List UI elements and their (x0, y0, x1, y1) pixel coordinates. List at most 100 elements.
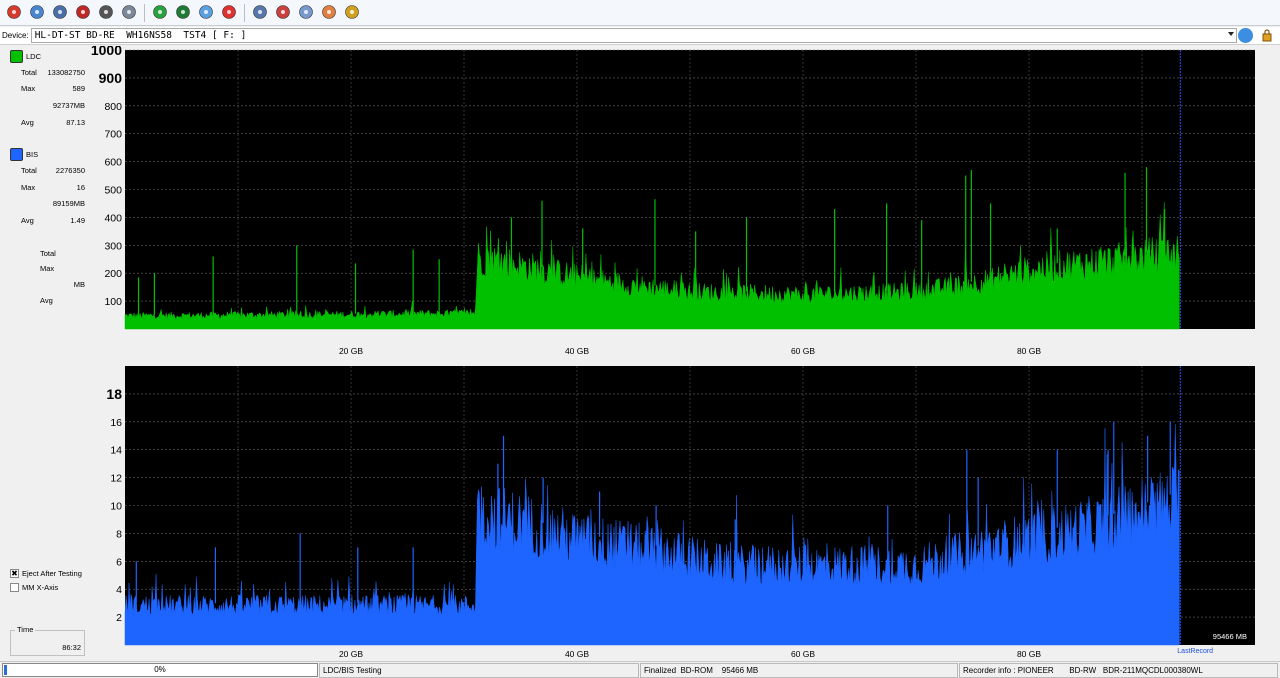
power-button[interactable] (4, 3, 24, 23)
chevron-down-icon[interactable] (1227, 32, 1234, 36)
ldc-x-tick-label: 20 GB (339, 346, 363, 356)
folder-button[interactable] (342, 3, 362, 23)
progress-text: 0% (154, 665, 166, 674)
bis-x-tick-label: 80 GB (1017, 649, 1041, 659)
ldc-y-tick-label: 200 (104, 268, 122, 280)
device-bar: Device: HL-DT-ST BD-RE WH16NS58 TST4 [ F… (0, 27, 1280, 45)
ldc-y-tick-label: 900 (99, 70, 123, 86)
ldc-chart: 100 200 300 400 500 600 700 800 900 1000 20 GB 40 G… (91, 46, 1255, 356)
ldc-y-tick-label: 700 (104, 129, 122, 141)
bis-x-tick-label: 60 GB (791, 649, 815, 659)
ldc-max-value: 589 (72, 84, 85, 93)
pin-button[interactable] (27, 3, 47, 23)
ldc-total-value: 133082750 (47, 68, 85, 77)
mm-x-axis-checkbox[interactable]: MM X-Axis (10, 583, 58, 592)
time-group: Time 86:32 (10, 625, 85, 656)
bis-y-tick-label: 6 (116, 556, 122, 568)
copy-button[interactable] (119, 3, 139, 23)
disc-check-button[interactable] (196, 3, 216, 23)
ldc-color-swatch[interactable] (10, 50, 23, 63)
status-recorder: Recorder info : PIONEER BD-RW BDR-211MQC… (959, 663, 1278, 678)
drive-info-button[interactable] (50, 3, 70, 23)
ldc-y-tick-label: 800 (104, 101, 122, 113)
ldc-name: LDC (26, 52, 42, 61)
bis-color-swatch[interactable] (10, 148, 23, 161)
bis-y-tick-label: 12 (110, 473, 122, 485)
bis-avg-value: 1.49 (70, 216, 85, 225)
eject-checkbox-box[interactable]: ✖ (10, 569, 19, 578)
folder-icon (344, 4, 360, 22)
device-select[interactable]: HL-DT-ST BD-RE WH16NS58 TST4 [ F: ] (30, 28, 1237, 43)
bis-y-tick-label: 4 (116, 584, 122, 596)
time-label: Time (15, 625, 36, 634)
copy-icon (121, 4, 137, 22)
status-bar: 0% LDC/BIS Testing Finalized BD-ROM 9546… (0, 661, 1280, 678)
third-unit: MB (73, 280, 85, 289)
size-annotation: 95466 MB (1213, 632, 1247, 641)
globe-button[interactable] (173, 3, 193, 23)
eject-after-testing-checkbox[interactable]: ✖ Eject After Testing (10, 569, 82, 578)
refresh-device-button[interactable] (1238, 28, 1253, 43)
eject-after-testing-label: Eject After Testing (22, 569, 82, 578)
status-disc: Finalized BD-ROM 95466 MB (640, 663, 958, 678)
mm-x-axis-checkbox-box[interactable] (10, 583, 19, 592)
last-record-annotation: LastRecord (1177, 648, 1213, 655)
bis-max-value: 16 (76, 183, 85, 192)
disc-check-icon (198, 4, 214, 22)
sidebar: LDC Total 133082750 Max 589 92737MB Avg … (0, 46, 88, 658)
refresh-icon (152, 4, 168, 22)
bis-name: BIS (26, 150, 39, 159)
ldc-y-tick-label: 1000 (91, 46, 122, 58)
stop-icon (221, 4, 237, 22)
drive-info-icon (52, 4, 68, 22)
bis-chart: 2 4 6 8 10 12 14 16 18 20 GB 40 GB 60 GB 80 GB 95466 … (106, 366, 1255, 659)
disc-tool-icon (98, 4, 114, 22)
ldc-max-position: 92737MB (52, 101, 85, 110)
third-total-label: Total (40, 249, 56, 258)
device-value: HL-DT-ST BD-RE WH16NS58 TST4 [ F: ] (34, 30, 247, 41)
scan-disc-button[interactable] (250, 3, 270, 23)
ldc-x-tick-label: 40 GB (565, 346, 589, 356)
ldc-legend: LDC (10, 50, 41, 63)
lock-icon[interactable] (1261, 29, 1273, 42)
ldc-y-tick-label: 500 (104, 185, 122, 197)
ldc-avg-label: Avg (21, 118, 34, 127)
ldc-y-tick-label: 400 (104, 212, 122, 224)
erase-disc-icon (75, 4, 91, 22)
bis-total-value: 2276350 (55, 166, 85, 175)
bis-legend: BIS (10, 148, 38, 161)
transfer-icon (298, 4, 314, 22)
bis-y-tick-label: 2 (116, 612, 122, 624)
toolbar-separator (144, 3, 145, 22)
globe-icon (175, 4, 191, 22)
mm-x-axis-label: MM X-Axis (22, 583, 59, 592)
ldc-x-tick-label: 60 GB (791, 346, 815, 356)
toolbar-separator (244, 3, 245, 22)
burn-icon (275, 4, 291, 22)
pin-icon (29, 4, 45, 22)
erase-disc-button[interactable] (73, 3, 93, 23)
stop-button[interactable] (219, 3, 239, 23)
bis-y-tick-label: 8 (116, 528, 122, 540)
disc-tool-button[interactable] (96, 3, 116, 23)
ldc-y-tick-label: 300 (104, 240, 122, 252)
bis-total-label: Total (21, 166, 37, 175)
bis-y-tick-label: 14 (110, 445, 122, 457)
transfer-button[interactable] (296, 3, 316, 23)
power-icon (6, 4, 22, 22)
refresh-button[interactable] (150, 3, 170, 23)
third-avg-label: Avg (40, 296, 53, 305)
ldc-avg-value: 87.13 (66, 118, 85, 127)
ldc-y-tick-label: 100 (104, 296, 122, 308)
bis-avg-label: Avg (21, 216, 34, 225)
burn-button[interactable] (273, 3, 293, 23)
ldc-y-tick-label: 600 (104, 157, 122, 169)
bis-y-tick-label: 18 (106, 386, 122, 402)
ldc-max-label: Max (21, 84, 36, 93)
toolbar (0, 0, 1280, 26)
settings-disc-button[interactable] (319, 3, 339, 23)
status-mode: LDC/BIS Testing (319, 663, 639, 678)
ldc-total-label: Total (21, 68, 37, 77)
bis-x-tick-label: 20 GB (339, 649, 363, 659)
device-label: Device: (2, 31, 29, 40)
